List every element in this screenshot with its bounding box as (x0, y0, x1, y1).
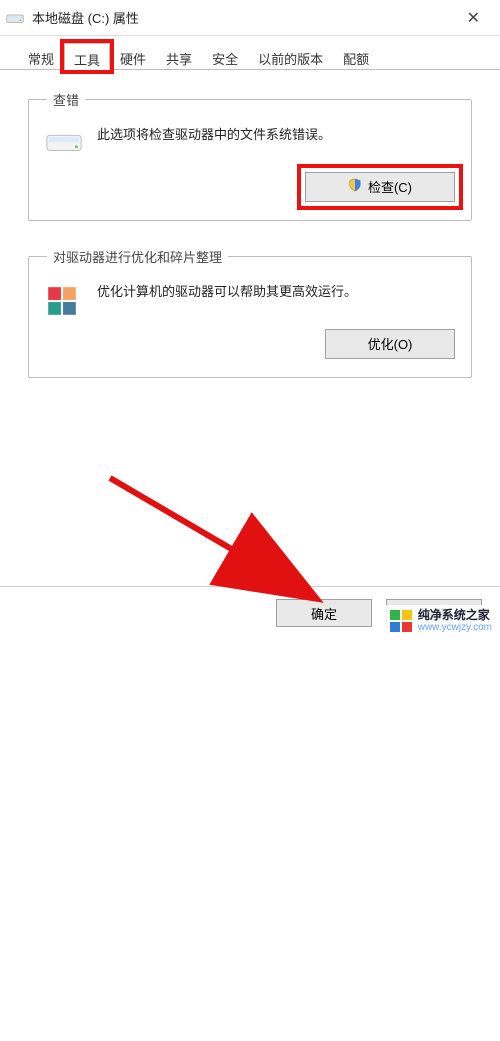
ok-button[interactable]: 确定 (276, 599, 372, 627)
error-checking-text: 此选项将检查驱动器中的文件系统错误。 (97, 125, 455, 146)
optimize-button[interactable]: 优化(O) (325, 329, 455, 359)
error-checking-legend: 查错 (47, 90, 85, 109)
title-bar: 本地磁盘 (C:) 属性 ✕ (0, 0, 500, 36)
shield-icon (348, 178, 362, 195)
watermark-url: www.ycwjzy.com (418, 622, 492, 633)
drive-icon (45, 127, 83, 157)
optimize-legend: 对驱动器进行优化和碎片整理 (47, 247, 228, 266)
tab-hardware[interactable]: 硬件 (110, 42, 156, 69)
close-button[interactable]: ✕ (459, 6, 488, 30)
tab-tools[interactable]: 工具 (64, 43, 110, 70)
tab-security[interactable]: 安全 (202, 42, 248, 69)
error-checking-group: 查错 此选项将检查驱动器中的文件系统错误。 (28, 90, 472, 221)
window-title: 本地磁盘 (C:) 属性 (32, 8, 139, 27)
check-button[interactable]: 检查(C) (305, 172, 455, 202)
watermark-title: 纯净系统之家 (418, 609, 492, 622)
tab-content: 查错 此选项将检查驱动器中的文件系统错误。 (0, 70, 500, 378)
tab-general[interactable]: 常规 (18, 42, 64, 69)
tab-sharing[interactable]: 共享 (156, 42, 202, 69)
defrag-icon (45, 284, 83, 314)
watermark: 纯净系统之家 www.ycwjzy.com (384, 605, 500, 637)
annotation-arrow (0, 404, 500, 1041)
optimize-text: 优化计算机的驱动器可以帮助其更高效运行。 (97, 282, 455, 303)
watermark-logo-icon (390, 610, 412, 632)
tab-strip: 常规 工具 硬件 共享 安全 以前的版本 配额 (0, 36, 500, 70)
tab-quota[interactable]: 配额 (333, 42, 379, 69)
optimize-group: 对驱动器进行优化和碎片整理 优化计算机的驱动器可以帮助其更高效运行。 优化(O) (28, 247, 472, 378)
check-button-label: 检查(C) (368, 177, 412, 196)
drive-icon (6, 11, 24, 25)
tab-previous-versions[interactable]: 以前的版本 (248, 42, 333, 69)
optimize-button-label: 优化(O) (368, 334, 413, 353)
